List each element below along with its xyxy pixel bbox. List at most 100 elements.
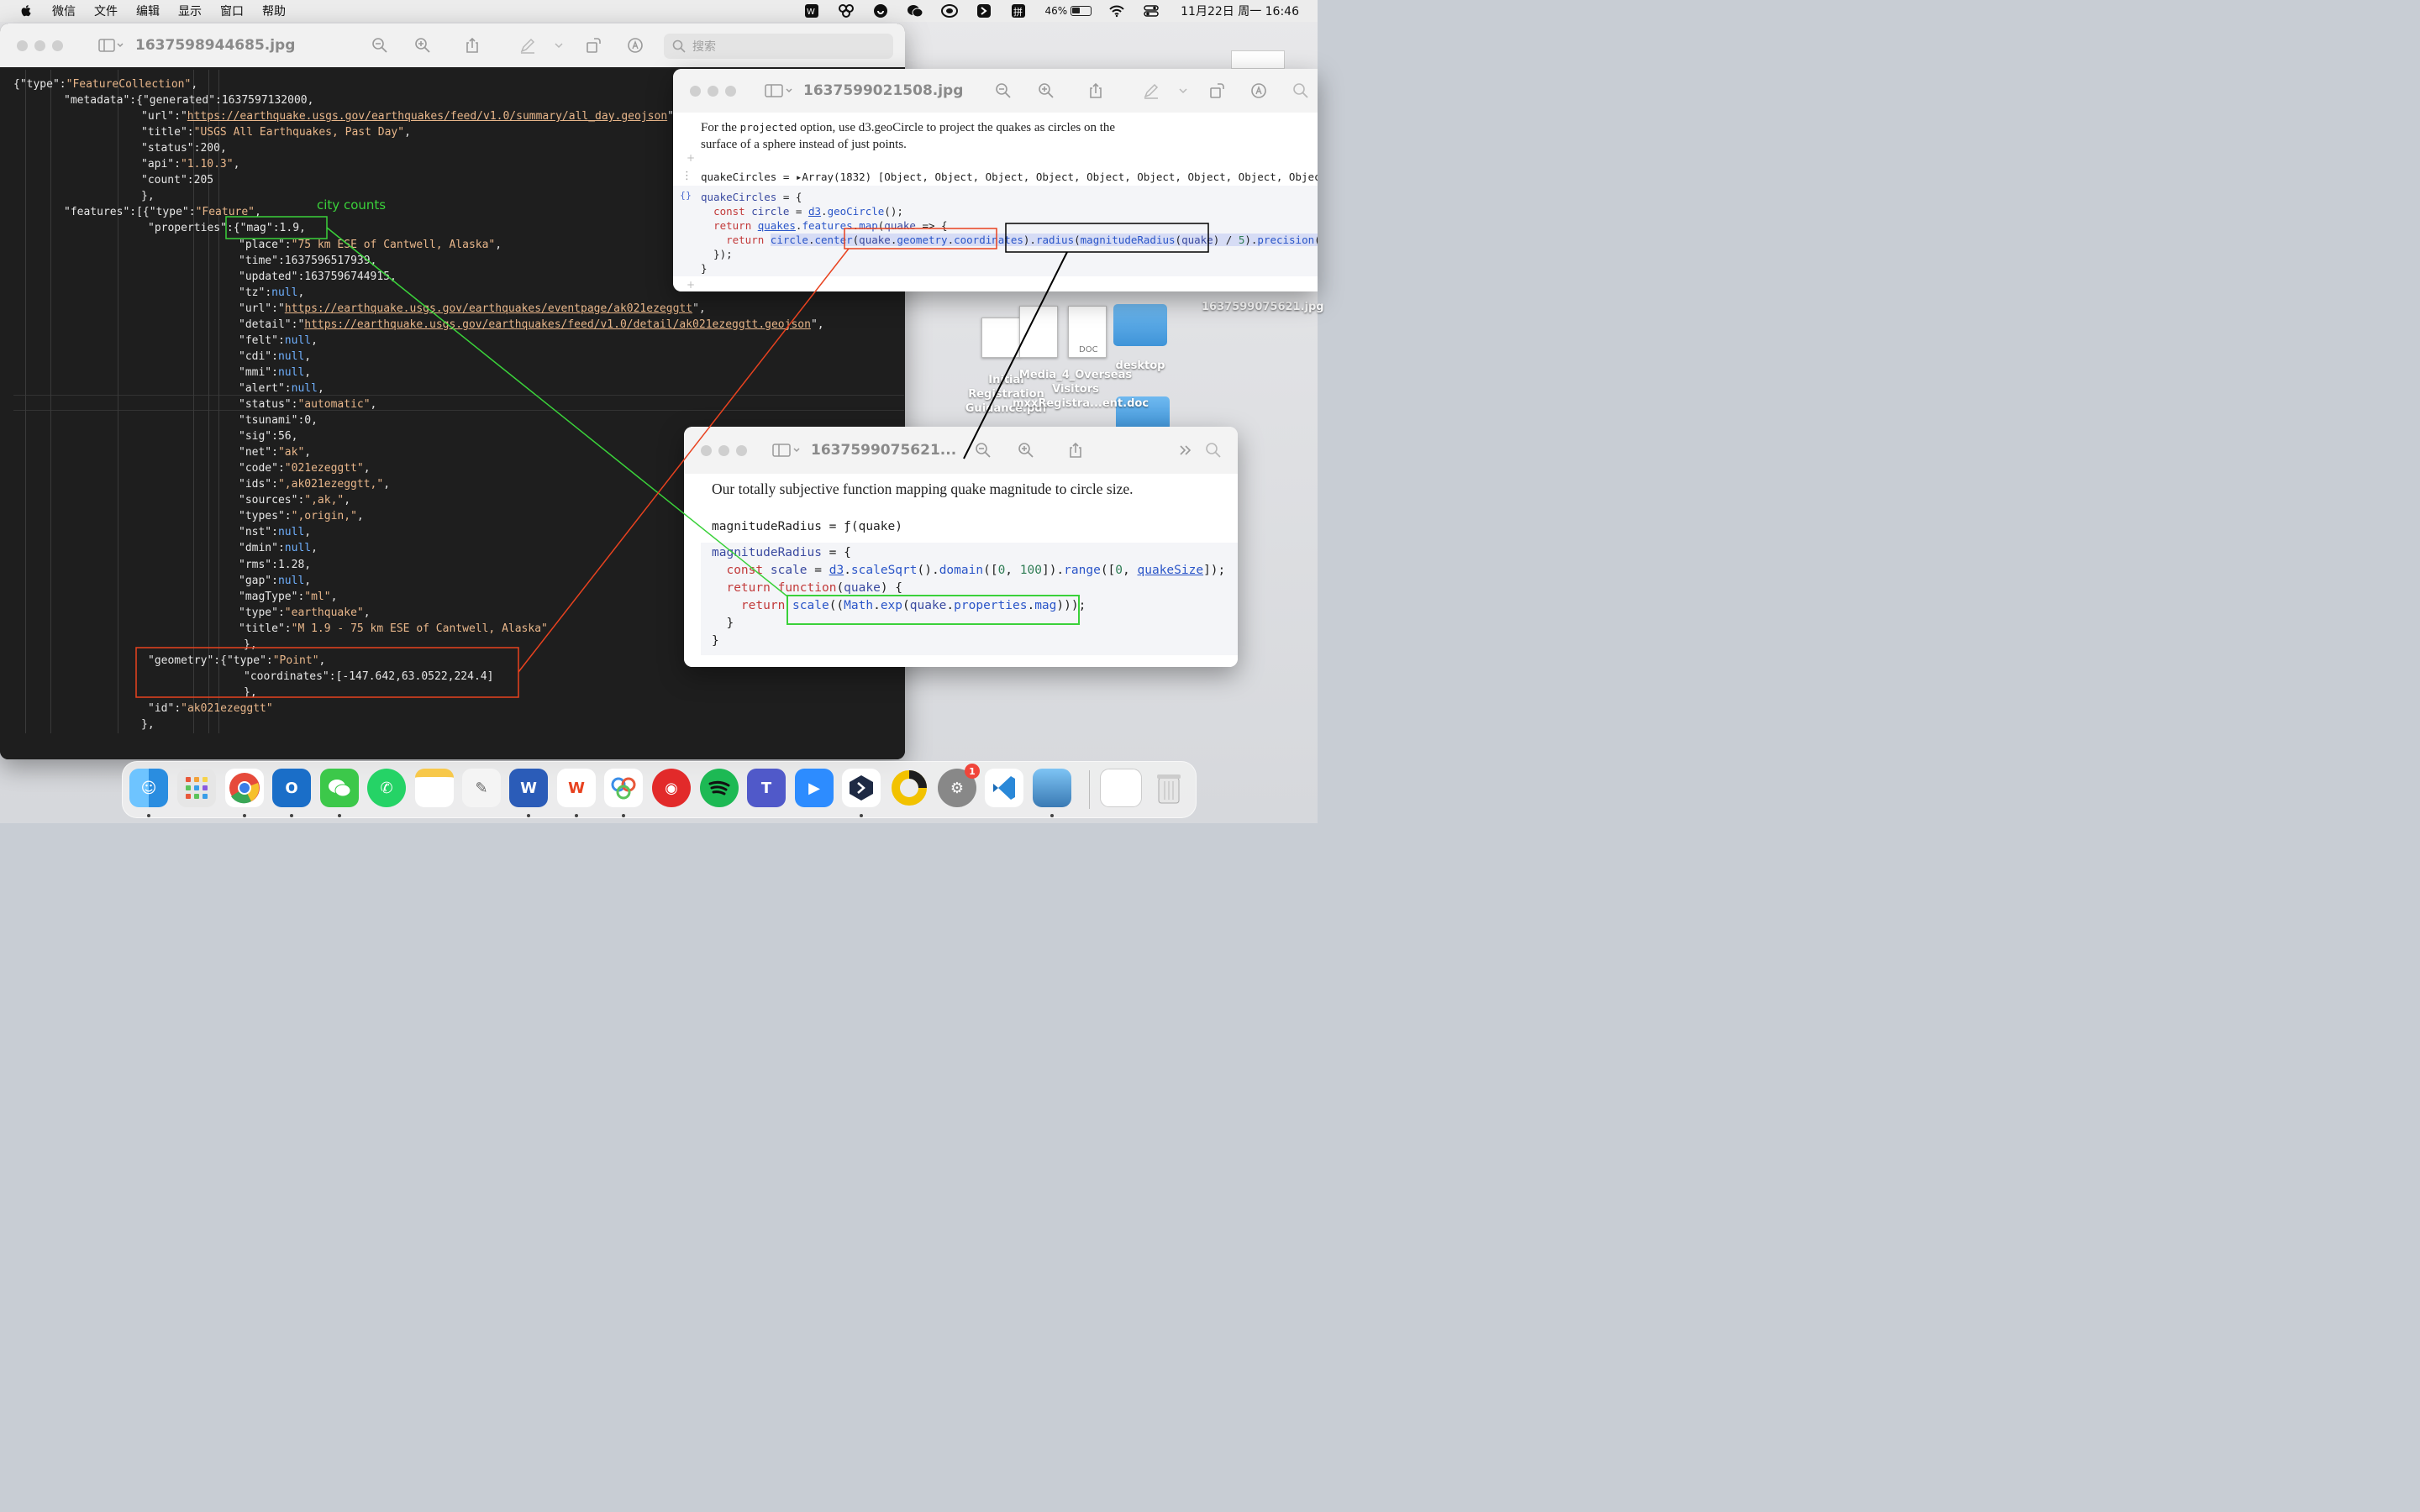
close-button[interactable] bbox=[690, 85, 701, 97]
doc-file-icon[interactable]: DOC bbox=[1068, 306, 1107, 358]
chevron-right-double-icon[interactable] bbox=[1177, 442, 1194, 459]
rotate-icon[interactable] bbox=[1208, 82, 1225, 99]
zoom-in-icon[interactable] bbox=[1018, 442, 1034, 459]
finder-icon[interactable]: ☺ bbox=[129, 769, 168, 807]
battery-icon[interactable] bbox=[1071, 6, 1092, 16]
search-icon[interactable] bbox=[1205, 442, 1222, 459]
menu-help[interactable]: 帮助 bbox=[262, 3, 286, 19]
desktop-thumbnail[interactable] bbox=[1231, 50, 1285, 69]
magnitude-radius-output[interactable]: magnitudeRadius = ƒ(quake) bbox=[712, 520, 902, 533]
share-icon[interactable] bbox=[1087, 82, 1104, 99]
apple-icon[interactable] bbox=[18, 3, 34, 18]
spotify-icon[interactable] bbox=[700, 769, 739, 807]
doc-document-icon[interactable] bbox=[1019, 306, 1058, 358]
code-cell[interactable]: {} quakeCircles = { const circle = d3.ge… bbox=[673, 186, 1318, 276]
projected-notebook-window[interactable]: 1637599021508.jpg For the projected opti… bbox=[673, 69, 1318, 291]
wps-icon[interactable]: W bbox=[557, 769, 596, 807]
sidebar-toggle-icon[interactable] bbox=[765, 83, 795, 98]
teams-icon[interactable]: T bbox=[747, 769, 786, 807]
projected-window-titlebar[interactable]: 1637599021508.jpg bbox=[673, 69, 1318, 113]
close-button[interactable] bbox=[701, 444, 712, 456]
zoom-in-icon[interactable] bbox=[414, 37, 431, 54]
rotate-icon[interactable] bbox=[585, 37, 602, 54]
baidu-netdisk-tray-icon[interactable] bbox=[838, 3, 855, 19]
close-button[interactable] bbox=[17, 39, 28, 51]
zoom-button[interactable] bbox=[725, 85, 736, 97]
input-method-tray-icon[interactable]: 拼 bbox=[1010, 3, 1027, 19]
zoom-icon[interactable]: ▶ bbox=[795, 769, 834, 807]
wechat-icon[interactable] bbox=[320, 769, 359, 807]
share-icon[interactable] bbox=[464, 37, 481, 54]
zoom-button[interactable] bbox=[736, 444, 747, 456]
zoom-button[interactable] bbox=[52, 39, 63, 51]
sidebar-toggle-icon[interactable] bbox=[98, 38, 124, 53]
chevron-down-icon[interactable] bbox=[553, 37, 565, 54]
minimize-button[interactable] bbox=[34, 39, 45, 51]
traffic-lights[interactable] bbox=[701, 444, 754, 456]
menu-file[interactable]: 文件 bbox=[94, 3, 118, 19]
desktop-icon-label-folder[interactable]: desktop bbox=[1105, 360, 1176, 372]
json-line: "felt":null, bbox=[239, 333, 318, 347]
minimize-button[interactable] bbox=[708, 85, 718, 97]
markup-pen-icon[interactable] bbox=[1143, 82, 1160, 99]
shortcut-app-icon[interactable] bbox=[842, 769, 881, 807]
search-field[interactable]: 搜索 bbox=[664, 34, 893, 59]
radius-window-titlebar[interactable]: 1637599075621... bbox=[684, 427, 1238, 474]
magnitude-radius-window[interactable]: 1637599075621... Our totally subjective … bbox=[684, 427, 1238, 667]
add-cell-icon[interactable]: + bbox=[687, 152, 695, 164]
traffic-lights[interactable] bbox=[17, 39, 70, 51]
pdf-document-icon[interactable] bbox=[981, 318, 1020, 358]
donut-app-icon[interactable] bbox=[890, 769, 929, 807]
zoom-out-icon[interactable] bbox=[995, 82, 1012, 99]
vscode-icon[interactable] bbox=[985, 769, 1023, 807]
quake-circles-output[interactable]: quakeCircles = ▸Array(1832) [Object, Obj… bbox=[701, 171, 1318, 183]
outlook-icon[interactable]: O bbox=[272, 769, 311, 807]
json-line: "magType":"ml", bbox=[239, 590, 338, 603]
chrome-icon[interactable] bbox=[225, 769, 264, 807]
json-window-titlebar[interactable]: 1637598944685.jpg 搜索 bbox=[0, 24, 905, 67]
wps-tray-icon[interactable]: W bbox=[803, 3, 820, 19]
wechat-tray-icon[interactable] bbox=[907, 3, 923, 19]
preview-icon[interactable] bbox=[1033, 769, 1071, 807]
sidebar-toggle-icon[interactable] bbox=[772, 443, 802, 458]
markup-circle-icon[interactable] bbox=[1250, 82, 1267, 99]
menubar-clock[interactable]: 11月22日 周一 16:46 bbox=[1181, 3, 1299, 19]
baidu-netdisk-icon[interactable] bbox=[604, 769, 643, 807]
menu-view[interactable]: 显示 bbox=[178, 3, 202, 19]
minimize-button[interactable] bbox=[718, 444, 729, 456]
code-cell[interactable]: magnitudeRadius = { const scale = d3.sca… bbox=[701, 543, 1238, 655]
menu-edit[interactable]: 编辑 bbox=[136, 3, 160, 19]
desktop-icon-label-doc[interactable]: Media_4_Overseas Visitors mxxRegistra...… bbox=[1013, 368, 1149, 411]
word-icon[interactable]: W bbox=[509, 769, 548, 807]
markup-circle-icon[interactable] bbox=[627, 37, 644, 54]
system-preferences-icon[interactable]: ⚙ 1 bbox=[938, 764, 980, 807]
netease-music-icon[interactable]: ◉ bbox=[652, 769, 691, 807]
wifi-icon[interactable] bbox=[1108, 3, 1125, 19]
markup-pen-icon[interactable] bbox=[519, 37, 536, 54]
chevron-down-icon[interactable] bbox=[1177, 82, 1189, 99]
running-indicator bbox=[575, 814, 578, 817]
launchpad-icon[interactable] bbox=[177, 769, 216, 807]
menu-window[interactable]: 窗口 bbox=[220, 3, 244, 19]
notes-icon[interactable] bbox=[415, 769, 454, 807]
desktop-folder-icon[interactable] bbox=[1113, 304, 1167, 346]
whatsapp-icon[interactable]: ✆ bbox=[367, 769, 406, 807]
zoom-out-icon[interactable] bbox=[975, 442, 992, 459]
add-cell-icon-2[interactable]: + bbox=[687, 279, 695, 291]
cell-menu-icon[interactable]: ⋮ bbox=[681, 170, 692, 182]
share-icon[interactable] bbox=[1067, 442, 1084, 459]
sync-tray-icon[interactable] bbox=[941, 3, 959, 19]
shield-tray-icon[interactable] bbox=[872, 3, 889, 19]
control-center-icon[interactable] bbox=[1143, 3, 1160, 19]
trash-icon[interactable] bbox=[1150, 769, 1188, 807]
running-indicator bbox=[243, 814, 246, 817]
app-tray-icon[interactable] bbox=[976, 3, 992, 19]
traffic-lights[interactable] bbox=[690, 85, 743, 97]
menu-wechat[interactable]: 微信 bbox=[52, 3, 76, 19]
desktop-file-label[interactable]: 1637599075621.jpg bbox=[1202, 301, 1324, 313]
zoom-in-icon[interactable] bbox=[1038, 82, 1055, 99]
recent-window-thumbnail[interactable] bbox=[1100, 769, 1142, 807]
search-icon[interactable] bbox=[1292, 82, 1309, 99]
zoom-out-icon[interactable] bbox=[371, 37, 388, 54]
textedit-icon[interactable]: ✎ bbox=[462, 769, 501, 807]
